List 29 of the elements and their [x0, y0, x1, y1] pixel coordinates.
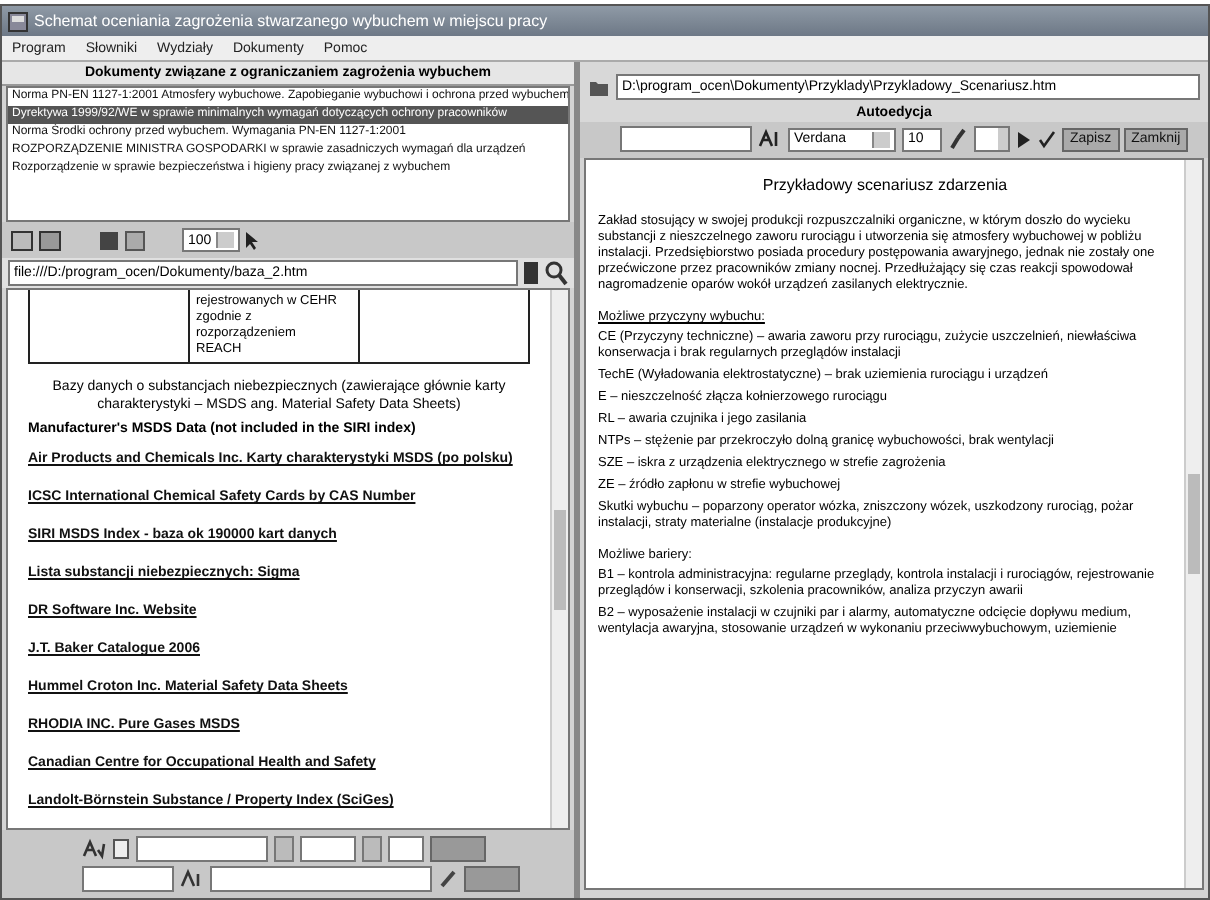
square-icon[interactable] [98, 229, 120, 251]
number-field[interactable] [388, 836, 424, 862]
page-icon[interactable] [10, 229, 34, 251]
text-field[interactable] [620, 126, 752, 152]
spin-field[interactable] [974, 126, 1010, 152]
font-icon[interactable] [758, 128, 782, 150]
spell-icon[interactable] [82, 838, 106, 860]
document-heading: Przykładowy scenariusz zdarzenia [760, 176, 1010, 194]
text-field[interactable] [210, 866, 432, 892]
check-icon[interactable] [1038, 129, 1056, 149]
page-icon[interactable] [38, 229, 62, 251]
window-title: Schemat oceniania zagrożenia stwarzanego wybuchem w miejscu pracy [34, 12, 548, 30]
brush-icon[interactable] [948, 128, 968, 150]
text-field[interactable] [82, 866, 174, 892]
cursor-icon[interactable] [243, 229, 260, 251]
letters-icon[interactable] [180, 868, 204, 890]
pencil-icon[interactable] [438, 868, 458, 890]
book-icon[interactable] [522, 260, 540, 286]
scrollbar[interactable] [1184, 160, 1202, 888]
text-field[interactable] [300, 836, 356, 862]
scrollbar[interactable] [550, 290, 568, 828]
text-field[interactable] [136, 836, 268, 862]
magnifier-icon[interactable] [544, 260, 568, 286]
page-icon[interactable] [112, 838, 130, 860]
folder-icon[interactable] [588, 77, 610, 97]
square-icon[interactable] [124, 229, 146, 251]
app-icon [8, 11, 28, 31]
document-list[interactable] [6, 86, 570, 222]
play-icon[interactable] [1016, 129, 1032, 149]
